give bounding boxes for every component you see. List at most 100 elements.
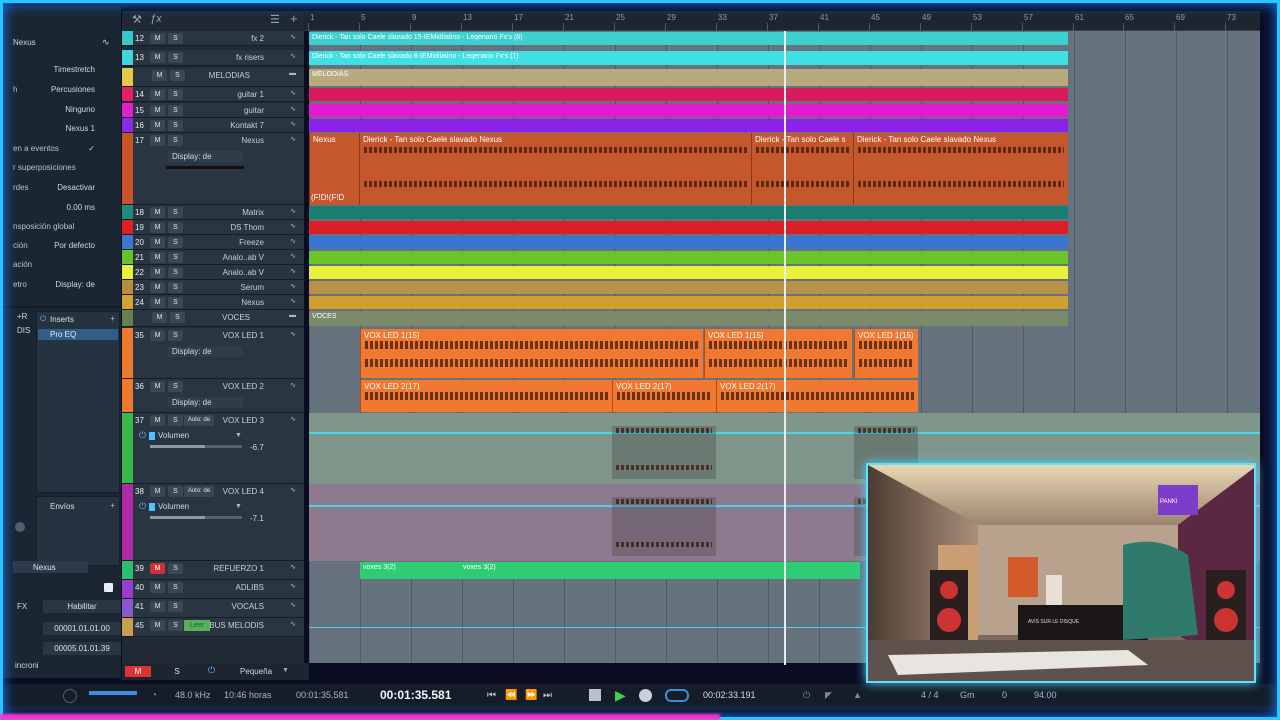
clip[interactable] xyxy=(309,119,1068,132)
wrench-icon[interactable]: ⚒ xyxy=(132,13,142,26)
track-header[interactable]: 15 M Sguitar ∿ xyxy=(122,103,304,118)
clip[interactable]: Dierick - Tan solo Caele slavado Nexus xyxy=(853,133,1068,205)
precount-icon[interactable]: ◤ xyxy=(825,690,832,701)
waveform-icon[interactable]: ∿ xyxy=(290,381,296,389)
fx-icon[interactable]: ƒx xyxy=(150,13,162,25)
inspector-row[interactable]: r superposiciones xyxy=(3,159,121,177)
inspector-row[interactable]: 0.00 ms xyxy=(3,199,121,217)
loop-icon[interactable] xyxy=(665,689,689,702)
track-header[interactable]: M S VOCES ▬ xyxy=(122,310,304,327)
inspector-row-value[interactable]: Timestretch xyxy=(54,65,96,74)
automation-slider[interactable] xyxy=(150,445,242,448)
track-name[interactable]: Nexus xyxy=(194,136,264,145)
folder-icon[interactable]: ▬ xyxy=(289,70,296,77)
end-icon[interactable]: ⏭ xyxy=(543,690,552,701)
waveform-icon[interactable]: ∿ xyxy=(290,620,296,628)
stop-icon[interactable] xyxy=(589,689,601,701)
mute-button[interactable]: M xyxy=(150,486,165,497)
monitor-icon[interactable]: ⏻ xyxy=(208,665,215,676)
automation-param[interactable]: Volumen xyxy=(158,431,189,440)
performance-icon[interactable]: ◔ xyxy=(151,690,157,701)
track-header[interactable]: 36 M S VOX LED 2 ∿ Display: de xyxy=(122,379,304,413)
waveform-icon[interactable]: ∿ xyxy=(290,601,296,609)
clip[interactable]: VOX LED 1(15) xyxy=(854,329,918,378)
mute-button[interactable]: M xyxy=(150,620,165,631)
waveform-icon[interactable]: ∿ xyxy=(290,282,296,290)
automation-value[interactable]: -6.7 xyxy=(250,443,264,452)
track-name[interactable]: guitar 1 xyxy=(194,90,264,99)
inspector-row[interactable]: Ninguno xyxy=(3,101,121,119)
solo-button[interactable]: S xyxy=(168,135,183,146)
waveform-icon[interactable]: ∿ xyxy=(290,563,296,571)
solo-button[interactable]: S xyxy=(168,415,183,426)
inspector-row[interactable]: etro Display: de xyxy=(3,276,121,294)
track-header[interactable]: 24 M S Nexus ∿ xyxy=(122,295,304,310)
track-name[interactable]: VOX LED 1 xyxy=(194,331,264,340)
inspector-row-value[interactable]: Percusiones xyxy=(51,85,95,94)
track-name[interactable]: VOCES xyxy=(180,313,250,322)
waveform-icon[interactable]: ∿ xyxy=(290,486,296,494)
enable-button[interactable]: Habilitar xyxy=(43,600,121,613)
clip[interactable]: Dierick - Tan solo Caele slavado Nexus xyxy=(359,133,751,205)
solo-button[interactable]: S xyxy=(168,563,183,574)
waveform-icon[interactable]: ∿ xyxy=(290,222,296,230)
mute-button[interactable]: M xyxy=(152,70,167,81)
track-header[interactable]: 22 M S Analo..ab V ∿ xyxy=(122,265,304,280)
track-name[interactable]: VOCALS xyxy=(194,602,264,611)
global-solo-button[interactable]: S xyxy=(170,666,184,677)
mute-button[interactable]: M xyxy=(150,89,165,100)
power-icon[interactable]: ⏻ xyxy=(139,501,146,512)
track-name[interactable]: fx 2 xyxy=(194,34,264,43)
solo-button[interactable]: S xyxy=(168,601,183,612)
time-signature[interactable]: 4 / 4 xyxy=(921,690,939,700)
waveform-icon[interactable]: ∿ xyxy=(290,105,296,113)
mute-button[interactable]: M xyxy=(150,237,165,248)
display-select[interactable]: Display: de xyxy=(168,346,243,357)
solo-button[interactable]: S xyxy=(168,207,183,218)
track-header[interactable]: 12 M Sfx 2 ∿ xyxy=(122,31,304,46)
inspector-row-value[interactable]: Por defecto xyxy=(54,241,95,250)
clip[interactable]: MELODIAS xyxy=(309,69,1068,86)
solo-button[interactable]: S xyxy=(168,282,183,293)
mute-button[interactable]: M xyxy=(150,135,165,146)
clip[interactable]: Dierick - Tan solo Caele slavado 15-IEMi… xyxy=(309,32,1068,45)
solo-button[interactable]: S xyxy=(168,52,183,63)
solo-button[interactable]: S xyxy=(168,252,183,263)
track-name[interactable]: VOX LED 3 xyxy=(194,416,264,425)
waveform-icon[interactable]: ∿ xyxy=(290,582,296,590)
transpose[interactable]: 0 xyxy=(1002,690,1007,700)
solo-button[interactable]: S xyxy=(168,237,183,248)
add-send-icon[interactable]: + xyxy=(110,501,115,510)
solo-button[interactable]: S xyxy=(168,486,183,497)
track-name[interactable]: Serum xyxy=(194,283,264,292)
inspector-row[interactable]: ción Por defecto xyxy=(3,237,121,255)
track-header[interactable]: 38 M S Auto: de VOX LED 4 ∿ ⏻ Volumen ▼ -7.1 xyxy=(122,484,304,561)
solo-button[interactable]: S xyxy=(168,120,183,131)
record-icon[interactable] xyxy=(639,689,652,702)
clip[interactable]: VOX LED 2(17) xyxy=(716,380,918,412)
track-header[interactable]: 17 M S Nexus ∿ Display: de xyxy=(122,133,304,205)
forward-icon[interactable]: ⏩ xyxy=(525,690,537,701)
clip[interactable]: VOX LED 1(15) xyxy=(704,329,852,378)
list-icon[interactable]: ☰ xyxy=(270,13,280,26)
clip[interactable] xyxy=(309,88,1068,101)
track-header[interactable]: 21 M S Analo..ab V ∿ xyxy=(122,250,304,265)
mute-button[interactable]: M xyxy=(150,330,165,341)
waveform-icon[interactable]: ∿ xyxy=(290,237,296,245)
track-name[interactable]: ADLIBS xyxy=(194,583,264,592)
mute-button[interactable]: M xyxy=(150,222,165,233)
waveform-icon[interactable]: ∿ xyxy=(290,207,296,215)
track-name[interactable]: BUS MELODIS xyxy=(194,621,264,630)
track-header[interactable]: 16 M S Kontakt 7 ∿ xyxy=(122,118,304,133)
inspector-row[interactable]: Nexus 1 xyxy=(3,120,121,138)
inspector-row-value[interactable]: 0.00 ms xyxy=(67,203,95,212)
track-header[interactable]: 18 M S Matrix ∿ xyxy=(122,205,304,220)
power-icon[interactable]: ⏻ xyxy=(40,314,46,324)
mute-button[interactable]: M xyxy=(150,282,165,293)
clip[interactable] xyxy=(309,206,1068,219)
track-name[interactable]: Kontakt 7 xyxy=(194,121,264,130)
track-name[interactable]: Matrix xyxy=(194,208,264,217)
mute-button[interactable]: M xyxy=(150,33,165,44)
solo-button[interactable]: S xyxy=(168,222,183,233)
clip[interactable] xyxy=(309,251,1068,264)
